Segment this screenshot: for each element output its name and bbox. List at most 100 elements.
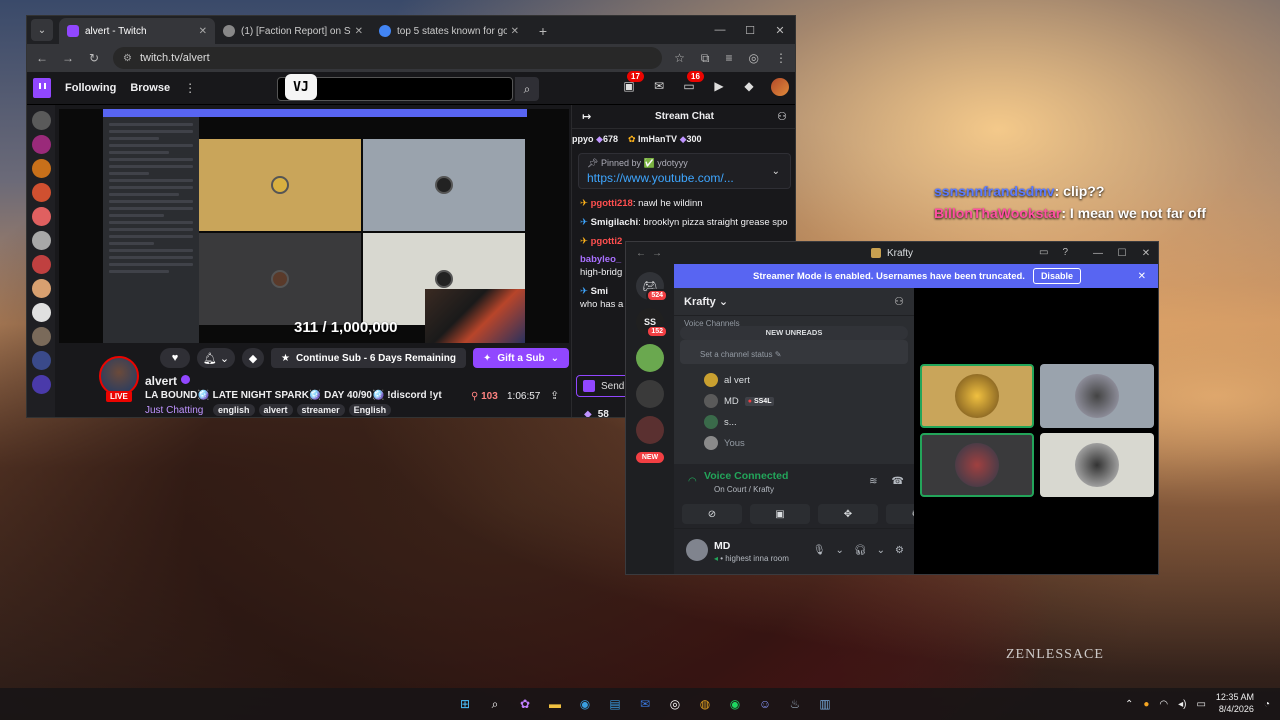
- nav-arrows-icon[interactable]: ←→: [636, 248, 668, 259]
- tab-search-button[interactable]: ⌄: [31, 19, 53, 41]
- search-button[interactable]: ⌕: [515, 77, 539, 101]
- tag[interactable]: streamer: [296, 404, 345, 416]
- maximize-icon[interactable]: ☐: [1110, 242, 1134, 264]
- new-tab-button[interactable]: +: [533, 21, 553, 41]
- mic-icon[interactable]: ●: [1143, 699, 1149, 710]
- video-player[interactable]: 311 / 1,000,000: [59, 109, 569, 343]
- chevron-down-icon[interactable]: ⌄: [877, 545, 885, 556]
- chevron-up-icon[interactable]: ⌃: [1125, 699, 1133, 710]
- tag[interactable]: alvert: [258, 404, 293, 416]
- noise-suppression-icon[interactable]: ≋: [869, 476, 877, 487]
- chat-username[interactable]: pgotti2: [591, 236, 623, 247]
- chat-username[interactable]: Smigilachi: [591, 217, 639, 228]
- store-icon[interactable]: ▤: [603, 692, 627, 716]
- followed-channel-avatar[interactable]: [31, 351, 51, 370]
- followed-channel-avatar[interactable]: [31, 111, 51, 130]
- reload-icon[interactable]: ↻: [87, 51, 101, 65]
- headphones-icon[interactable]: 🎧︎: [854, 545, 867, 556]
- followed-channel-avatar[interactable]: [31, 375, 51, 394]
- omnibox[interactable]: ⚙ twitch.tv/alvert: [113, 47, 663, 69]
- new-server-badge[interactable]: NEW: [635, 452, 665, 463]
- bookmark-star-icon[interactable]: ☆: [674, 51, 685, 66]
- followed-channel-avatar[interactable]: [31, 207, 51, 226]
- invite-icon[interactable]: ⚇: [894, 295, 904, 308]
- server-icon[interactable]: [636, 380, 664, 408]
- followed-channel-avatar[interactable]: [31, 183, 51, 202]
- share-icon[interactable]: ⇪: [550, 389, 559, 402]
- participant-tile[interactable]: [1040, 433, 1154, 497]
- start-icon[interactable]: ⊞: [453, 692, 477, 716]
- server-icon[interactable]: [636, 416, 664, 444]
- search-icon[interactable]: ⌕: [483, 692, 507, 716]
- gift-sub-button[interactable]: ✦ Gift a Sub ⌄: [472, 348, 569, 368]
- gifter[interactable]: ppyo ◆678: [572, 134, 618, 145]
- avatar[interactable]: [686, 539, 708, 561]
- collapse-chat-icon[interactable]: ↦: [582, 110, 591, 123]
- github-icon[interactable]: ◎: [663, 692, 687, 716]
- close-window-icon[interactable]: ✕: [1134, 242, 1158, 264]
- close-icon[interactable]: ✕: [511, 26, 519, 37]
- followed-channel-avatar[interactable]: [31, 231, 51, 250]
- bits-icon[interactable]: ◆: [741, 79, 757, 95]
- channel-avatar[interactable]: [99, 356, 139, 396]
- server-icon[interactable]: [636, 344, 664, 372]
- file-explorer-icon[interactable]: ▬: [543, 692, 567, 716]
- community-icon[interactable]: ⚇: [777, 110, 787, 123]
- spotify-icon[interactable]: ◉: [723, 692, 747, 716]
- tab-faction-report[interactable]: (1) [Faction Report] on Stewart's ✕: [215, 18, 371, 44]
- channel-name[interactable]: alvert: [145, 374, 191, 388]
- voice-user[interactable]: Yous: [704, 436, 745, 450]
- vj-overlay-badge[interactable]: VJ: [285, 74, 317, 100]
- close-icon[interactable]: ✕: [355, 26, 363, 37]
- steam-icon[interactable]: ♨: [783, 692, 807, 716]
- inbox-icon[interactable]: ▭: [1039, 247, 1048, 258]
- voice-user[interactable]: MD ● SS4L: [704, 394, 775, 408]
- voice-location[interactable]: On Court / Krafty: [714, 485, 774, 494]
- channel-status[interactable]: Set a channel status: [700, 350, 773, 359]
- battery-icon[interactable]: ▭: [1196, 699, 1205, 710]
- notifications-bell-button[interactable]: 🔔︎ ⌄: [196, 348, 235, 368]
- nav-following[interactable]: Following: [65, 82, 116, 94]
- menu-icon[interactable]: ⋮: [775, 51, 787, 66]
- new-unreads-pill[interactable]: NEW UNREADS: [680, 326, 908, 340]
- close-icon[interactable]: ✕: [199, 26, 207, 37]
- mic-icon[interactable]: 🎙︎: [813, 545, 826, 556]
- profile-icon[interactable]: ◎: [749, 51, 759, 66]
- channel-points[interactable]: ◆ 58: [584, 409, 609, 417]
- twitch-logo-icon[interactable]: [33, 78, 51, 98]
- participant-tile[interactable]: [920, 433, 1034, 497]
- more-icon[interactable]: ⋮: [184, 81, 196, 95]
- taskbar-clock[interactable]: 12:35 AM 8/4/2026: [1216, 692, 1254, 715]
- outlook-icon[interactable]: ✉: [633, 692, 657, 716]
- activities-button[interactable]: ✥: [818, 504, 878, 524]
- close-window-icon[interactable]: ✕: [765, 16, 795, 44]
- discord-icon[interactable]: ☺: [753, 692, 777, 716]
- back-icon[interactable]: ←: [35, 51, 49, 65]
- crown-icon[interactable]: ▶: [711, 79, 727, 95]
- disconnect-icon[interactable]: ☎: [892, 476, 904, 487]
- server-icon[interactable]: SS 152: [636, 308, 668, 338]
- followed-channel-avatar[interactable]: [31, 327, 51, 346]
- pinned-message[interactable]: 📌︎ Pinned by ✅ ydotyyy https://www.youtu…: [578, 153, 791, 189]
- wifi-icon[interactable]: ◠: [1159, 699, 1168, 710]
- chat-username[interactable]: Smi: [591, 286, 608, 297]
- voice-user[interactable]: al vert: [704, 373, 750, 387]
- followed-channel-avatar[interactable]: [31, 135, 51, 154]
- whispers-icon[interactable]: ▭ 16: [681, 71, 704, 95]
- chrome-icon[interactable]: ◍: [693, 692, 717, 716]
- discord-home-icon[interactable]: 🎮︎ 524: [636, 272, 668, 302]
- chat-username[interactable]: babyleo_: [580, 254, 621, 265]
- tag[interactable]: english: [213, 404, 255, 416]
- voice-user[interactable]: s...: [704, 415, 737, 429]
- minimize-icon[interactable]: —: [1086, 242, 1110, 264]
- screen-share-button[interactable]: ▣: [750, 504, 810, 524]
- chevron-down-icon[interactable]: ⌄: [836, 545, 844, 556]
- site-info-icon[interactable]: ⚙: [123, 53, 132, 64]
- extensions-icon[interactable]: ⧉: [701, 51, 710, 66]
- followed-channel-avatar[interactable]: [31, 303, 51, 322]
- tab-twitch[interactable]: alvert - Twitch ✕: [59, 18, 215, 44]
- pinned-link[interactable]: https://www.youtube.com/...: [587, 171, 782, 185]
- drops-button[interactable]: ◆: [241, 348, 264, 368]
- participant-tile[interactable]: [920, 364, 1034, 428]
- chevron-down-icon[interactable]: ⌄: [772, 166, 780, 177]
